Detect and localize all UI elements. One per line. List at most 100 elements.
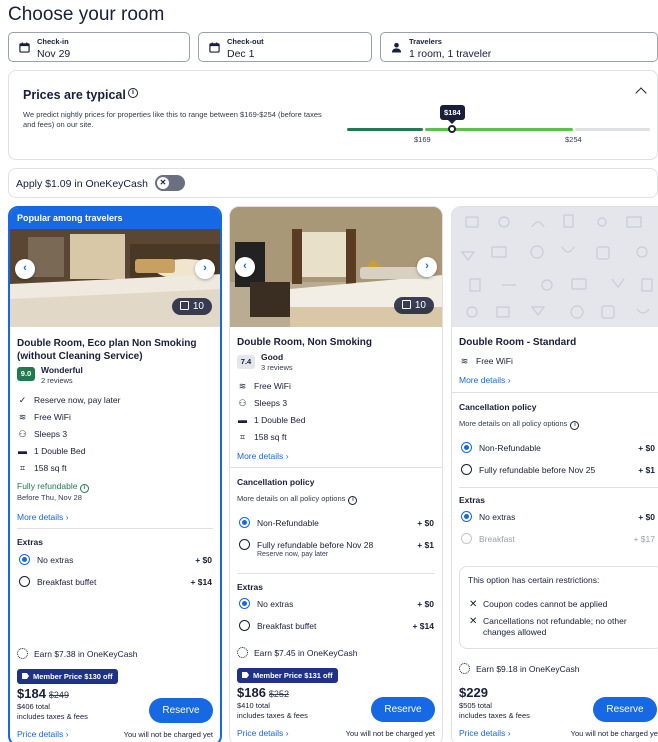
no-charge-note: You will not be charged yet: [570, 729, 658, 738]
price-range-high: [575, 128, 650, 131]
feature-sleeps: ⚇ Sleeps 3: [238, 398, 288, 408]
chevron-up-icon[interactable]: [635, 87, 647, 99]
bed-icon: ▬: [238, 415, 247, 425]
total-price: $505 total: [459, 701, 492, 710]
photo-count: 10: [414, 300, 426, 311]
nightly-price: $229: [459, 685, 488, 700]
nightly-price: $186 $252: [237, 685, 289, 700]
extras-title: Extras: [459, 495, 485, 505]
previous-photo-button[interactable]: ‹: [235, 257, 255, 277]
photo-count: 10: [192, 301, 204, 312]
more-details-link[interactable]: More details ›: [237, 451, 289, 461]
cancellation-title: Cancellation policy: [237, 477, 315, 487]
price-details-link[interactable]: Price details ›: [17, 729, 69, 739]
total-price: $406 total: [17, 702, 50, 711]
radio-button[interactable]: [239, 517, 250, 528]
low-price-label: $169: [414, 135, 431, 144]
review-count: 2 reviews: [41, 376, 73, 385]
onekeycash-row: Apply $1.09 in OneKeyCash ✕: [8, 168, 658, 198]
more-details-link[interactable]: More details ›: [17, 512, 69, 522]
travelers-label: Travelers: [409, 37, 442, 46]
info-icon[interactable]: i: [348, 496, 358, 505]
price-range-low: [347, 128, 423, 131]
room-photo-placeholder: [452, 207, 658, 327]
chevron-right-icon: ›: [507, 728, 511, 738]
nightly-price: $184 $249: [17, 686, 69, 701]
divider: [459, 487, 658, 488]
travelers-value: 1 room, 1 traveler: [409, 48, 492, 60]
feature-wifi: ≋ Free WiFi: [460, 356, 513, 366]
no-charge-note: You will not be charged yet: [123, 730, 213, 739]
member-price-badge: Member Price $131 off: [237, 668, 338, 683]
size-icon: ⌗: [239, 432, 246, 442]
radio-button[interactable]: [461, 464, 472, 475]
cancellation-subtitle: More details on all policy options i: [237, 494, 358, 505]
rating-word: Wonderful: [41, 365, 83, 375]
cancellation-title: Cancellation policy: [459, 402, 537, 412]
chevron-right-icon: ›: [285, 451, 289, 461]
info-icon[interactable]: i: [128, 88, 138, 98]
travelers-field[interactable]: Travelers 1 room, 1 traveler: [380, 32, 658, 62]
room-card: Double Room - Standard ≋ Free WiFi More d…: [451, 206, 658, 742]
onekeycash-earn: Earn $9.18 in OneKeyCash: [459, 663, 579, 674]
price-details-link[interactable]: Price details ›: [237, 728, 289, 738]
radio-button[interactable]: [239, 598, 250, 609]
radio-button[interactable]: [461, 442, 472, 453]
current-price-marker: [448, 125, 456, 133]
cancellation-subtitle: More details on all policy options i: [459, 419, 580, 430]
restriction-item: ✕ Coupon codes cannot be applied: [469, 599, 608, 610]
popular-banner: Popular among travelers: [10, 208, 220, 229]
chevron-right-icon: ›: [285, 728, 289, 738]
radio-button[interactable]: [19, 576, 30, 587]
member-price-badge: Member Price $130 off: [17, 669, 118, 684]
onekeycash-icon: [237, 647, 248, 658]
checkin-label: Check-in: [37, 37, 69, 46]
info-icon[interactable]: i: [570, 421, 580, 430]
gallery-button[interactable]: 10: [393, 297, 434, 314]
checkin-field[interactable]: Check-in Nov 29: [8, 32, 190, 62]
reserve-button[interactable]: Reserve: [593, 697, 657, 722]
original-price: $252: [268, 689, 289, 699]
taxes-note: includes taxes & fees: [237, 711, 308, 720]
radio-button[interactable]: [239, 620, 250, 631]
checkout-value: Dec 1: [227, 48, 255, 60]
feature-size: ⌗ 158 sq ft: [237, 432, 287, 443]
rating-score: 7.4: [237, 355, 255, 369]
radio-button[interactable]: [239, 539, 250, 550]
bed-icon: ▬: [18, 446, 27, 456]
checkout-field[interactable]: Check-out Dec 1: [198, 32, 372, 62]
onekeycash-earn: Earn $7.45 in OneKeyCash: [237, 647, 357, 658]
chevron-right-icon: ›: [507, 375, 511, 385]
more-details-link[interactable]: More details ›: [459, 375, 511, 385]
feature-wifi: ≋ Free WiFi: [238, 381, 291, 391]
next-photo-button[interactable]: ›: [417, 257, 437, 277]
onekeycash-toggle[interactable]: ✕: [155, 175, 185, 191]
price-insight-description: We predict nightly prices for properties…: [23, 110, 322, 129]
refundable-until: Before Thu, Nov 28: [17, 493, 82, 502]
feature-bed: ▬ 1 Double Bed: [238, 415, 306, 425]
gallery-button[interactable]: 10: [171, 298, 212, 315]
chevron-right-icon: ›: [65, 729, 69, 739]
previous-photo-button[interactable]: ‹: [15, 259, 35, 279]
reserve-button[interactable]: Reserve: [149, 698, 213, 723]
next-photo-button[interactable]: ›: [195, 259, 215, 279]
calendar-icon: [209, 42, 220, 53]
restrictions-box: This option has certain restrictions: ✕ C…: [459, 566, 658, 649]
reserve-button[interactable]: Reserve: [371, 697, 435, 722]
onekeycash-earn: Earn $7.38 in OneKeyCash: [17, 648, 137, 659]
original-price: $249: [48, 690, 69, 700]
divider: [237, 573, 435, 574]
tag-icon: [22, 673, 29, 679]
info-icon[interactable]: i: [79, 484, 89, 493]
radio-button[interactable]: [461, 511, 472, 522]
placeholder-pattern: [460, 214, 653, 319]
restrictions-title: This option has certain restrictions:: [468, 575, 600, 585]
close-icon: ✕: [469, 616, 478, 627]
room-name: Double Room - Standard: [459, 337, 577, 348]
price-details-link[interactable]: Price details ›: [459, 728, 511, 738]
radio-button[interactable]: [19, 554, 30, 565]
gallery-icon: [401, 300, 411, 309]
close-icon: ✕: [469, 599, 478, 610]
total-price: $410 total: [237, 701, 270, 710]
chevron-right-icon: ›: [65, 512, 69, 522]
